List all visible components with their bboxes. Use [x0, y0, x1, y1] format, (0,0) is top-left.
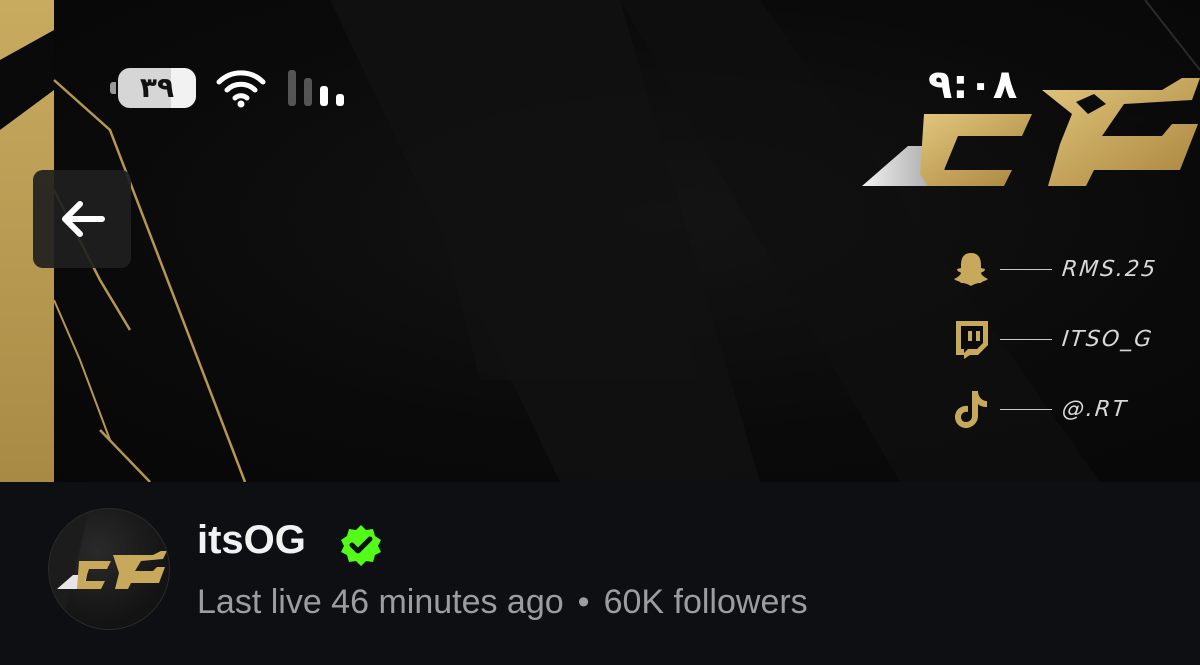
channel-page: ٣٩ ٩:٠٨ RMS.25 ITSO_G @.RT itsOG Last li…	[0, 0, 1200, 665]
cellular-signal-icon	[288, 70, 344, 106]
arrow-left-icon	[62, 201, 105, 237]
twitch-icon	[956, 321, 988, 359]
snapchat-handle: RMS.25	[1060, 256, 1159, 282]
channel-info-bar	[0, 482, 1200, 665]
battery-level: ٣٩	[139, 71, 175, 104]
back-button[interactable]	[33, 170, 131, 268]
og-logo-avatar	[49, 509, 167, 629]
tiktok-icon	[955, 391, 987, 428]
og-logo	[862, 78, 1200, 186]
snapchat-icon	[954, 253, 988, 286]
battery-tip	[110, 82, 116, 94]
channel-name[interactable]: itsOG	[197, 518, 306, 563]
followers-count: 60K followers	[603, 583, 808, 621]
social-snapchat: RMS.25	[952, 249, 1159, 289]
twitch-handle: ITSO_G	[1060, 326, 1155, 352]
wifi-icon	[216, 70, 266, 108]
tiktok-handle: @.RT	[1060, 396, 1130, 422]
meta-separator: •	[577, 583, 590, 621]
channel-avatar[interactable]	[48, 508, 170, 630]
social-tiktok: @.RT	[952, 389, 1130, 429]
social-twitch: ITSO_G	[952, 319, 1155, 359]
verified-badge-icon	[341, 525, 381, 566]
battery-indicator: ٣٩	[118, 68, 196, 108]
last-live-text: Last live 46 minutes ago	[197, 583, 564, 621]
channel-banner: ٣٩ ٩:٠٨ RMS.25 ITSO_G @.RT	[0, 0, 1200, 482]
channel-meta: Last live 46 minutes ago • 60K followers	[197, 583, 808, 622]
